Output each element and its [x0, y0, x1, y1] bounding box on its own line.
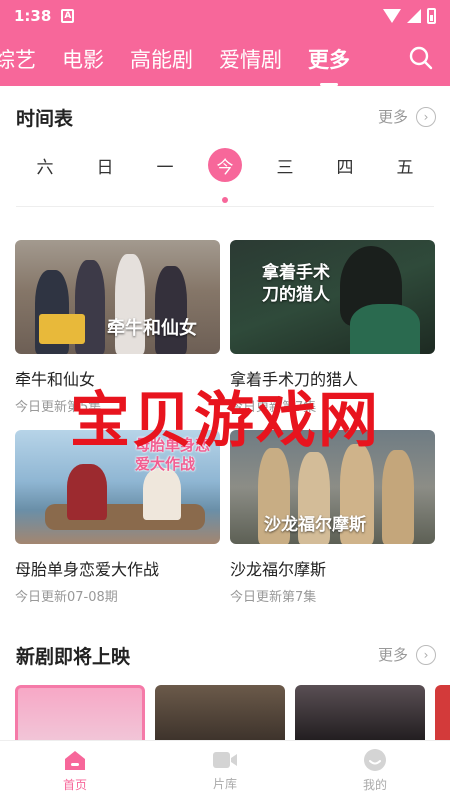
- day-sat[interactable]: 六: [28, 148, 62, 182]
- poster-title-text: 拿着手术刀的猎人: [262, 263, 330, 305]
- selected-day-indicator: [222, 197, 228, 203]
- show-update-status: 今日更新第7集: [230, 590, 317, 605]
- poster-figure: [67, 464, 107, 520]
- day-thu[interactable]: 四: [328, 148, 362, 182]
- status-icons: [383, 8, 436, 24]
- watermark-text: 宝贝游戏网: [70, 386, 380, 456]
- tab-romance[interactable]: 爱情剧: [206, 44, 295, 74]
- nav-home-label: 首页: [62, 778, 87, 792]
- day-mon[interactable]: 一: [148, 148, 182, 182]
- nav-library[interactable]: 片库: [150, 741, 300, 800]
- poster-prop: [39, 314, 85, 344]
- upcoming-title: 新剧即将上映: [16, 646, 131, 668]
- video-library-icon: [213, 752, 237, 768]
- show-poster[interactable]: 拿着手术刀的猎人: [230, 240, 435, 354]
- signal-icon: [407, 9, 421, 23]
- chevron-right-icon: ›: [416, 106, 436, 127]
- nav-profile-label: 我的: [362, 778, 387, 792]
- day-sun[interactable]: 日: [88, 148, 122, 182]
- tab-thriller[interactable]: 高能剧: [117, 44, 206, 74]
- tab-variety[interactable]: 综艺: [0, 44, 49, 74]
- battery-icon: [427, 8, 436, 24]
- upcoming-more-button[interactable]: 更多 ›: [378, 644, 436, 665]
- day-today[interactable]: 今: [208, 148, 242, 182]
- app-screen: 1:38 A 综艺 电影 高能剧 爱情剧 更多 时间表 更多 › 六 日 一 今…: [0, 0, 450, 800]
- day-wed[interactable]: 三: [268, 148, 302, 182]
- upcoming-more-label: 更多: [377, 646, 408, 664]
- upcoming-poster[interactable]: [155, 685, 285, 745]
- nav-home[interactable]: 首页: [0, 741, 150, 800]
- schedule-more-label: 更多: [377, 108, 408, 126]
- search-icon[interactable]: [408, 45, 434, 71]
- schedule-title: 时间表: [16, 108, 74, 130]
- category-tab-bar: 综艺 电影 高能剧 爱情剧 更多: [0, 32, 450, 86]
- divider: [16, 206, 434, 207]
- upcoming-poster[interactable]: [295, 685, 425, 745]
- show-update-status: 今日更新07-08期: [15, 590, 118, 605]
- status-bar: 1:38 A: [0, 0, 450, 32]
- poster-figure: [350, 304, 420, 354]
- status-time: 1:38: [14, 7, 52, 25]
- tab-more[interactable]: 更多: [295, 44, 363, 74]
- poster-figure: [382, 450, 414, 544]
- show-poster[interactable]: 牵牛和仙女: [15, 240, 220, 354]
- nav-library-label: 片库: [212, 777, 237, 791]
- bottom-navigation: 首页 片库 我的: [0, 740, 450, 800]
- upcoming-poster[interactable]: [15, 685, 145, 745]
- poster-figure: [143, 468, 181, 520]
- show-title: 母胎单身恋爱大作战: [15, 560, 160, 579]
- schedule-header: 时间表 更多 ›: [0, 104, 450, 134]
- poster-figure: [155, 266, 187, 354]
- weekday-selector: 六 日 一 今 三 四 五: [0, 144, 450, 188]
- tab-movies[interactable]: 电影: [49, 44, 117, 74]
- show-title: 沙龙福尔摩斯: [230, 560, 327, 579]
- upcoming-poster[interactable]: [435, 685, 450, 745]
- day-fri[interactable]: 五: [388, 148, 422, 182]
- nav-profile[interactable]: 我的: [300, 741, 450, 800]
- poster-title-text: 牵牛和仙女: [107, 318, 197, 339]
- wifi-icon: [383, 9, 401, 23]
- home-icon: [65, 751, 85, 770]
- sim-icon: A: [61, 9, 75, 23]
- poster-title-text: 沙龙福尔摩斯: [264, 515, 366, 535]
- upcoming-header: 新剧即将上映 更多 ›: [0, 642, 450, 672]
- schedule-more-button[interactable]: 更多 ›: [378, 106, 436, 127]
- profile-icon: [364, 749, 386, 771]
- chevron-right-icon: ›: [416, 644, 436, 665]
